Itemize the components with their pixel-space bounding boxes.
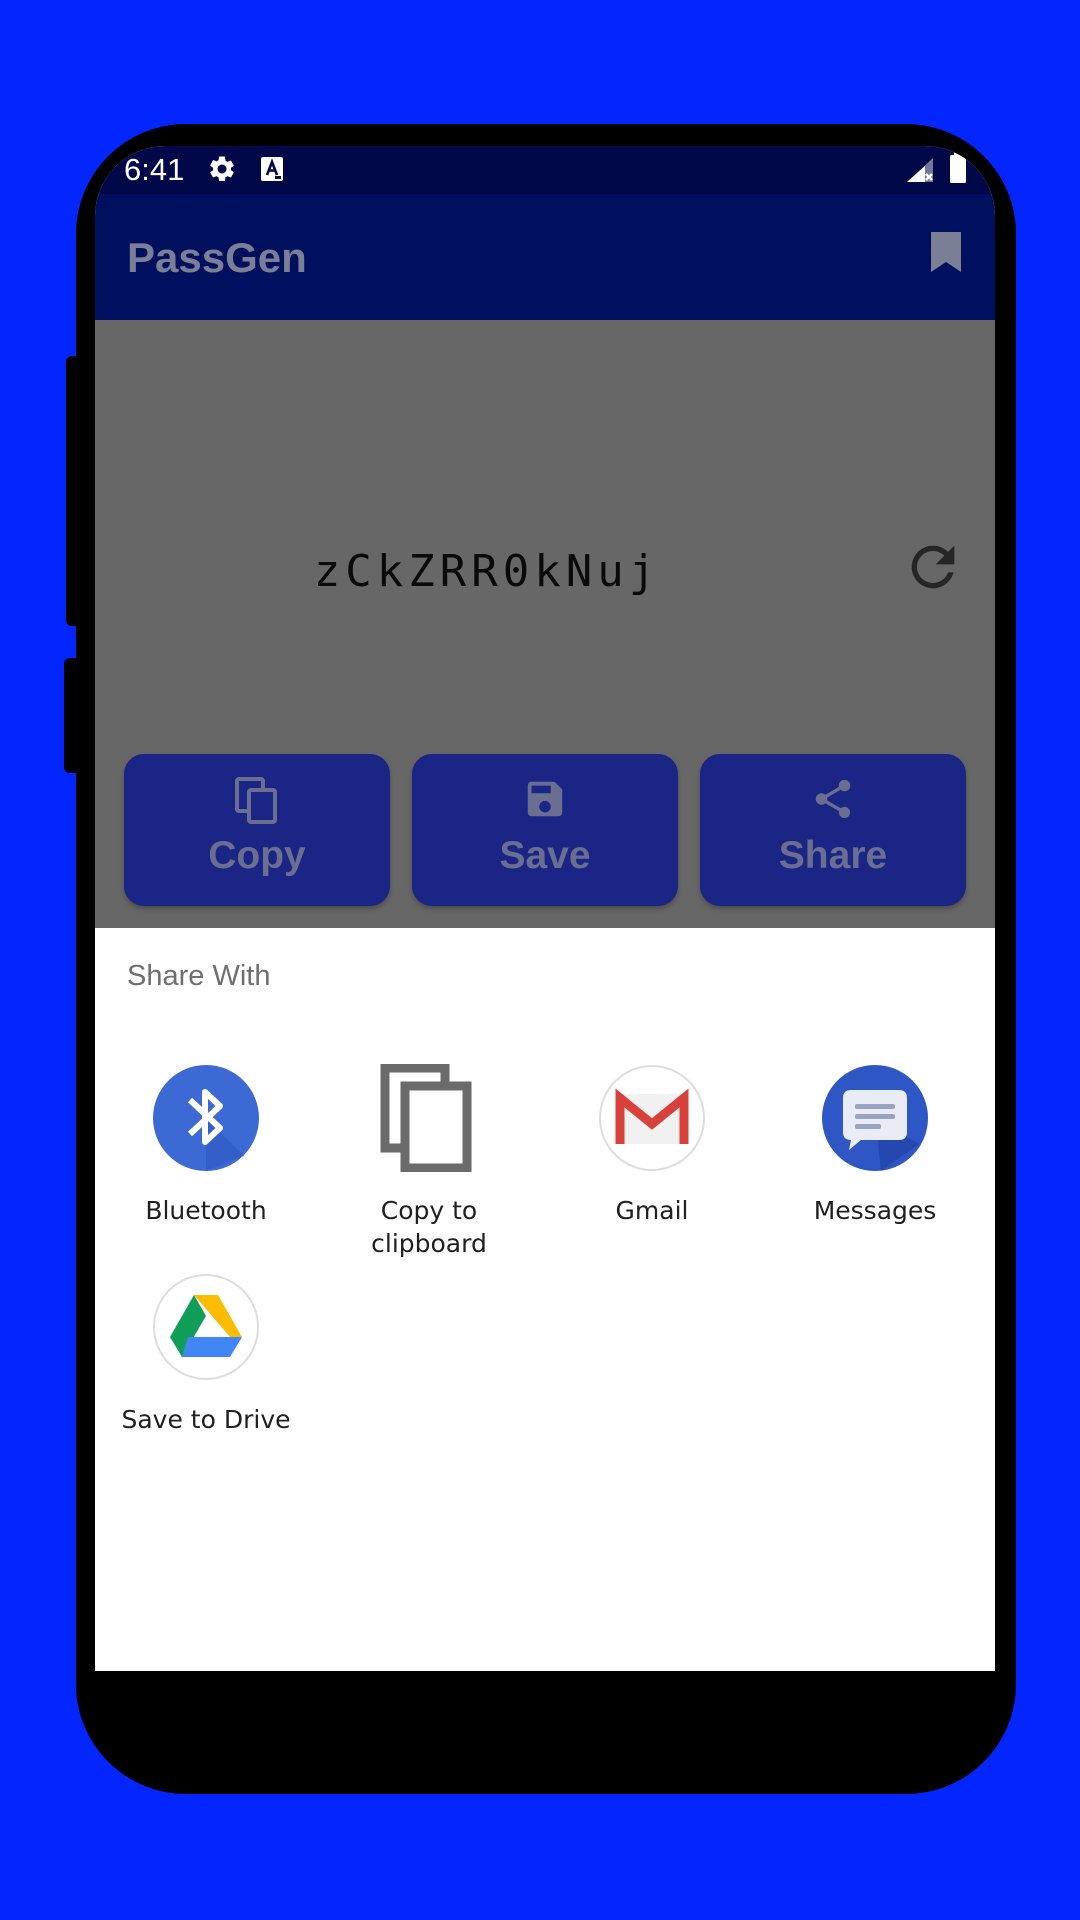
app-title: PassGen [127, 234, 307, 281]
refresh-icon[interactable] [901, 535, 965, 604]
floppy-disk-icon [412, 776, 678, 827]
share-sheet-title: Share With [127, 960, 271, 992]
share-target-label: Gmail [615, 1196, 689, 1225]
share-target-label: Copy to clipboard [371, 1196, 487, 1258]
keyboard-a-icon [260, 156, 284, 187]
bluetooth-icon [152, 1064, 260, 1172]
google-drive-icon [152, 1273, 260, 1381]
save-button[interactable]: Save [412, 754, 678, 906]
copy-button[interactable]: Copy [124, 754, 390, 906]
share-button-label: Share [778, 834, 888, 877]
share-button[interactable]: Share [700, 754, 966, 906]
gear-icon [207, 154, 237, 189]
generator-panel: zCkZRR0kNuj Copy Save Share [95, 320, 995, 928]
signal-icon [905, 156, 935, 189]
share-target-label: Bluetooth [145, 1196, 267, 1225]
screen: 6:41 PassGen zCkZRR0kNuj Copy Save Share… [95, 146, 995, 1671]
share-target-save-to-drive[interactable]: Save to Drive [106, 1273, 306, 1436]
share-target-label: Messages [813, 1196, 937, 1225]
share-icon [700, 776, 966, 827]
share-target-gmail[interactable]: Gmail [552, 1064, 752, 1227]
share-target-bluetooth[interactable]: Bluetooth [106, 1064, 306, 1227]
phone-frame: 6:41 PassGen zCkZRR0kNuj Copy Save Share… [76, 124, 1016, 1794]
status-time: 6:41 [124, 152, 185, 187]
save-button-label: Save [499, 834, 591, 877]
status-bar: 6:41 [95, 146, 995, 194]
share-target-messages[interactable]: Messages [775, 1064, 975, 1227]
copy-button-label: Copy [208, 834, 306, 877]
copy-icon [124, 776, 390, 831]
messages-icon [821, 1064, 929, 1172]
gmail-icon [598, 1064, 706, 1172]
share-target-label: Save to Drive [121, 1405, 291, 1434]
share-sheet: Share With Bluetooth Copy to clipboard G… [95, 928, 995, 1671]
app-bar: PassGen [95, 194, 995, 320]
bookmark-icon[interactable] [929, 230, 963, 279]
clipboard-copy-icon [375, 1063, 483, 1173]
battery-icon [949, 152, 967, 189]
share-target-copy-to-clipboard[interactable]: Copy to clipboard [329, 1063, 529, 1260]
generated-password: zCkZRR0kNuj [313, 546, 661, 597]
